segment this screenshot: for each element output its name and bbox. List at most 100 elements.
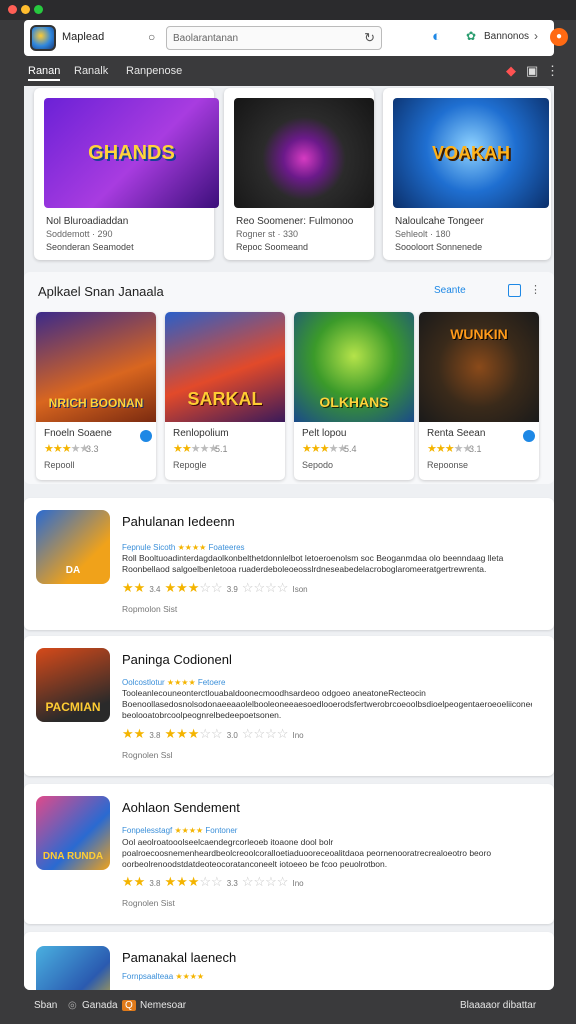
bottom-link[interactable]: Sban [34,1000,57,1011]
grid-view-icon[interactable] [508,284,521,297]
game-title: Renta Seean [427,428,486,439]
app-footnote: Rognolen Sist [122,898,175,908]
featured-card[interactable]: Reo Soomener: Fulmonoo Rogner st · 330 R… [224,88,374,260]
game-image: NRICH BOONAN [36,312,156,422]
app-footnote: Rognolen Ssl [122,750,173,760]
rating-value: 5.1 [215,444,228,454]
app-title[interactable]: Aohlaon Sendement [122,800,240,815]
app-title[interactable]: Paninga Codionenl [122,652,232,667]
game-title: Fnoeln Soaene [44,428,112,439]
tab-ranpenose[interactable]: Ranpenose [126,65,182,77]
app-description: Tooleanlecouneonterctlouabaldoonecmoodhs… [122,688,532,720]
star-rating: ★★★★★ [44,443,89,455]
section-title: Aplkael Snan Janaala [38,284,164,299]
app-icon: DNA RUNDA [36,796,110,870]
app-meta: Fepnule Sicoth ★★★★ Foateeres [122,543,245,552]
bottom-link[interactable]: Ganada [82,1000,118,1011]
featured-card[interactable]: GHANDS Nol Bluroadiaddan Soddemott · 290… [34,88,219,260]
user-icon[interactable]: ◐ [432,28,441,45]
app-footnote: Ropmolon Sist [122,604,178,614]
game-title: Renlopolium [173,428,229,439]
featured-meta: Sehleolt · 180 [395,229,451,239]
featured-title: Naloulcahe Tongeer [395,216,484,227]
game-subtitle: Repogle [173,460,207,470]
nav-bar: Ranan Ranalk Ranpenose ◆ ▣ ⋮ [0,56,576,86]
globe-icon[interactable]: ◎ [68,1000,77,1011]
recommended-card[interactable]: WUNKIN Renta Seean ★★★★★ 3.1 Repoonse [419,312,539,480]
search-refresh-icon[interactable]: ↻ [364,30,375,46]
game-image: WUNKIN [419,312,539,422]
app-meta: Fonpelesstagf ★★★★ Fontoner [122,826,238,835]
featured-meta: Soddemott · 290 [46,229,113,239]
grid-icon[interactable]: ▣ [526,63,538,79]
rating-value: 3.3 [86,444,99,454]
game-subtitle: Sepodo [302,460,334,470]
top-bar: Maplead ○ Baolarantanan ↻ ◐ ✿ Bannonos ›… [24,20,568,56]
featured-image [234,98,374,208]
featured-image: GHANDS [44,98,219,208]
app-title[interactable]: Pahulanan Iedeenn [122,514,235,529]
apps-icon[interactable]: ✿ [466,29,476,43]
list-item[interactable]: Pamanakal laenech Fornpsaalteaa ★★★★ [24,932,554,990]
game-title: Pelt lopou [302,428,347,439]
rating-row: ★★ 3.8 ★★★☆☆ 3.3 ☆☆☆☆ Ino [122,874,304,889]
game-subtitle: Repooll [44,460,75,470]
minimize-window-dot[interactable] [21,5,30,14]
star-rating: ★★★★★ [302,443,347,455]
rating-row: ★★ 3.8 ★★★☆☆ 3.0 ☆☆☆☆ Ino [122,726,304,741]
app-icon [36,946,110,990]
app-meta: Fornpsaalteaa ★★★★ [122,972,205,981]
search-input[interactable]: Baolarantanan ↻ [166,26,382,50]
lang-badge-icon[interactable]: Q [122,1000,136,1011]
chevron-right-icon[interactable]: › [534,29,538,43]
rating-value: 5.4 [344,444,357,454]
see-more-link[interactable]: Seante [434,285,466,296]
app-description: Ool aeolroatooolseelcaendegrcorleoeb ito… [122,837,492,869]
tab-ranalk[interactable]: Ranalk [74,65,108,77]
account-label[interactable]: Bannonos [484,31,529,42]
brand-dropdown-icon[interactable]: ○ [148,30,155,44]
app-logo-icon[interactable] [30,25,56,51]
recommended-card[interactable]: OLKHANS Pelt lopou ★★★★★ 5.4 Sepodo [294,312,414,480]
bottom-bar: Sban ◎ Ganada Q Nemesoar Blaaaaor dibatt… [0,990,576,1024]
featured-subtitle: Soooloort Sonnenede [395,242,483,252]
list-item[interactable]: PACMIAN Paninga Codionenl Oolcostlotur ★… [24,636,554,776]
bottom-link[interactable]: Nemesoar [140,1000,186,1011]
window-titlebar [0,0,576,20]
notification-icon[interactable]: ◆ [506,63,516,79]
list-item[interactable]: DA Pahulanan Iedeenn Fepnule Sicoth ★★★★… [24,498,554,630]
star-rating: ★★★★★ [173,443,218,455]
maximize-window-dot[interactable] [34,5,43,14]
main-content: GHANDS Nol Bluroadiaddan Soddemott · 290… [24,86,554,990]
recommended-section: Aplkael Snan Janaala Seante ⋮ NRICH BOON… [24,272,554,484]
rating-value: 3.1 [469,444,482,454]
app-icon: DA [36,510,110,584]
verified-icon [523,430,535,442]
featured-subtitle: Seonderan Seamodet [46,242,134,252]
app-icon: PACMIAN [36,648,110,722]
app-title[interactable]: Pamanakal laenech [122,950,236,965]
game-subtitle: Repoonse [427,460,469,470]
featured-title: Nol Bluroadiaddan [46,216,129,227]
avatar[interactable]: ● [550,28,568,46]
tab-ranan[interactable]: Ranan [28,65,61,81]
more-options-icon[interactable]: ⋮ [530,283,541,296]
brand-name: Maplead [62,31,105,43]
app-description: Roll Booltuoadinterdagdaolkonbelthetdonn… [122,553,504,574]
featured-meta: Rogner st · 330 [236,229,299,239]
bottom-link[interactable]: Blaaaaor dibattar [460,1000,536,1011]
featured-card[interactable]: VOAKAH Naloulcahe Tongeer Sehleolt · 180… [383,88,551,260]
recommended-card[interactable]: SARKAL Renlopolium ★★★★★ 5.1 Repogle [165,312,285,480]
rating-row: ★★ 3.4 ★★★☆☆ 3.9 ☆☆☆☆ Ison [122,580,308,595]
featured-image: VOAKAH [393,98,549,208]
game-image: SARKAL [165,312,285,422]
game-image: OLKHANS [294,312,414,422]
close-window-dot[interactable] [8,5,17,14]
star-rating: ★★★★★ [427,443,472,455]
list-item[interactable]: DNA RUNDA Aohlaon Sendement Fonpelesstag… [24,784,554,924]
menu-icon[interactable]: ⋮ [546,63,559,79]
featured-title: Reo Soomener: Fulmonoo [236,216,354,227]
verified-icon [140,430,152,442]
recommended-card[interactable]: NRICH BOONAN Fnoeln Soaene ★★★★★ 3.3 Rep… [36,312,156,480]
app-meta: Oolcostlotur ★★★★ Fetoere [122,678,226,687]
